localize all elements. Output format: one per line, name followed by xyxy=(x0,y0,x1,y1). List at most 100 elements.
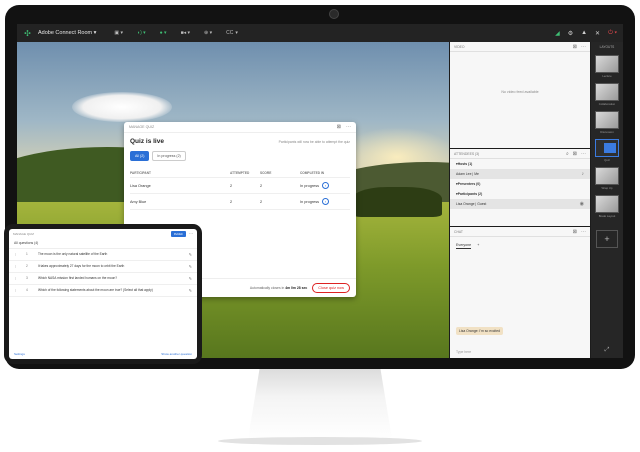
video-pod: VIDEO ⊠ ⋯ No video feed available xyxy=(450,42,590,148)
tab-all[interactable]: All (2) xyxy=(130,151,150,161)
layout-label: Lecture xyxy=(602,74,612,78)
question-text: It takes approximately 27 days for the m… xyxy=(38,264,125,268)
monitor-stand xyxy=(248,369,392,439)
signal-icon: ◢ xyxy=(555,30,560,37)
attendee-group-participants[interactable]: ▾ Participants (2) xyxy=(450,189,590,199)
question-number: 4 xyxy=(26,288,28,292)
layout-thumb[interactable] xyxy=(595,55,619,73)
layout-label: Break Layout xyxy=(598,214,616,218)
quiz-note: Participants will now be able to attempt… xyxy=(278,139,350,144)
question-text: Which of the following statements about … xyxy=(38,288,153,292)
tablet-footer: Settings Show another question xyxy=(9,349,197,359)
drag-handle-icon[interactable]: ⋮ xyxy=(14,288,20,292)
room-name[interactable]: Adobe Connect Room ▾ xyxy=(38,30,96,36)
col-score: SCORE xyxy=(260,170,272,175)
layouts-rail: LAYOUTS Lecture Collaboration Discussion… xyxy=(591,42,623,358)
notification-icon[interactable]: ▲ xyxy=(581,30,587,36)
table-row[interactable]: Lisa Orange 2 2 In progress › xyxy=(130,178,350,194)
attendee-group-presenters[interactable]: ▾ Presenters (0) xyxy=(450,179,590,189)
layout-menu[interactable]: ▣ ▾ xyxy=(110,30,127,36)
tablet-screen: MANAGE QUIZ Publish ⋯ All questions (4) … xyxy=(9,229,197,359)
tablet-header: MANAGE QUIZ xyxy=(13,231,35,236)
add-layout-button[interactable]: + xyxy=(596,230,618,248)
drag-handle-icon[interactable]: ⋮ xyxy=(14,264,20,268)
layout-thumb-selected[interactable] xyxy=(595,139,619,157)
attendee-group-hosts[interactable]: ▾ Hosts (1) xyxy=(450,159,590,169)
publish-button[interactable]: Publish xyxy=(170,230,186,237)
share-menu[interactable]: ⊕ ▾ xyxy=(200,30,216,36)
question-number: 3 xyxy=(26,276,28,280)
mic-menu[interactable]: ● ▾ xyxy=(156,30,171,36)
edit-icon[interactable]: ✎ xyxy=(189,276,192,281)
completion-status: In progress xyxy=(300,183,319,188)
settings-icon[interactable]: ⚙ xyxy=(568,30,573,37)
tools-icon[interactable]: ✕ xyxy=(595,30,600,37)
more-icon[interactable]: ⋯ xyxy=(581,44,586,50)
layout-thumb[interactable] xyxy=(595,111,619,129)
participant-name: Lisa Orange xyxy=(130,183,151,188)
edit-icon[interactable]: ✎ xyxy=(189,288,192,293)
layout-thumb[interactable] xyxy=(595,195,619,213)
search-icon[interactable]: ⌕ xyxy=(566,151,569,157)
power-icon[interactable]: ⏻ ▾ xyxy=(608,30,617,37)
rail-title: LAYOUTS xyxy=(599,45,615,49)
layout-label: Collaboration xyxy=(598,102,616,106)
camera-menu[interactable]: ■◂ ▾ xyxy=(177,30,194,36)
attendee-row[interactable]: Lisa Orange | Guest ◉ xyxy=(450,199,590,209)
question-row[interactable]: ⋮ 3 Which NASA mission first landed huma… xyxy=(9,273,197,285)
col-completed: COMPLETED IN xyxy=(300,170,325,175)
audio-menu[interactable]: ◖) ▾ xyxy=(133,30,150,36)
quiz-tabs: All (2) In progress (2) xyxy=(124,148,356,164)
attendees-pod: ATTENDEES (3) ⌕ ⊠ ⋯ ▾ Hosts (1) Adam Lee |… xyxy=(450,149,590,226)
expand-icon[interactable]: ⤢ xyxy=(591,347,623,354)
settings-link[interactable]: Settings xyxy=(14,352,25,356)
table-row[interactable]: Amy Blue 2 2 In progress › xyxy=(130,194,350,210)
layout-thumb[interactable] xyxy=(595,83,619,101)
attendee-row[interactable]: Adam Lee | Me ♪ xyxy=(450,169,590,179)
mic-icon: ♪ xyxy=(581,171,585,177)
more-icon[interactable]: ⋯ xyxy=(189,231,193,236)
layout-thumb[interactable] xyxy=(595,167,619,185)
question-row[interactable]: ⋮ 4 Which of the following statements ab… xyxy=(9,285,197,297)
cc-menu[interactable]: CC ▾ xyxy=(222,30,242,36)
no-video-message: No video feed available xyxy=(501,90,539,94)
quiz-title: Quiz is live xyxy=(130,138,164,145)
more-icon[interactable]: ⋯ xyxy=(581,151,586,157)
tab-everyone[interactable]: Everyone xyxy=(456,243,472,249)
monitor-base xyxy=(218,437,422,445)
auto-close-timer: Automatically closes in 4m 0m 28 sec xyxy=(249,286,308,290)
edit-icon[interactable]: ✎ xyxy=(189,264,192,269)
trees xyxy=(352,187,442,217)
collapse-icon[interactable]: ⊠ xyxy=(573,151,577,157)
question-row[interactable]: ⋮ 1 The moon is the only natural satelli… xyxy=(9,249,197,261)
more-icon[interactable]: ⋯ xyxy=(581,229,586,235)
layout-label: Quiz xyxy=(604,158,610,162)
info-icon[interactable]: › xyxy=(322,198,329,205)
info-icon[interactable]: › xyxy=(322,182,329,189)
score-value: 2 xyxy=(260,183,263,188)
close-quiz-button[interactable]: Close quiz now xyxy=(312,283,350,293)
more-icon[interactable]: ⋯ xyxy=(346,124,351,130)
collapse-icon[interactable]: ⊠ xyxy=(573,229,577,235)
chat-input[interactable]: Type here xyxy=(456,350,471,354)
top-bar: ✣ Adobe Connect Room ▾ ▣ ▾ ◖) ▾ ● ▾ ■◂ ▾… xyxy=(17,24,623,42)
tab-in-progress[interactable]: In progress (2) xyxy=(152,151,186,161)
question-row[interactable]: ⋮ 2 It takes approximately 27 days for t… xyxy=(9,261,197,273)
question-number: 1 xyxy=(26,252,28,256)
edit-icon[interactable]: ✎ xyxy=(189,252,192,257)
pod-title: VIDEO xyxy=(454,44,465,49)
drag-handle-icon[interactable]: ⋮ xyxy=(14,252,20,256)
tablet-device: MANAGE QUIZ Publish ⋯ All questions (4) … xyxy=(4,224,202,364)
add-chat-tab-icon[interactable]: + xyxy=(477,243,479,249)
collapse-icon[interactable]: ⊠ xyxy=(337,124,341,130)
drag-handle-icon[interactable]: ⋮ xyxy=(14,276,20,280)
participants-table: PARTICIPANT ATTEMPTED SCORE COMPLETED IN… xyxy=(130,168,350,210)
show-question-link[interactable]: Show another question xyxy=(161,352,192,356)
camera-icon xyxy=(329,9,339,19)
collapse-icon[interactable]: ⊠ xyxy=(573,44,577,50)
app-logo-icon: ✣ xyxy=(24,28,31,38)
table-header: PARTICIPANT ATTEMPTED SCORE COMPLETED IN xyxy=(130,168,350,178)
questions-count: All questions (4) xyxy=(9,238,197,249)
score-value: 2 xyxy=(260,199,263,204)
pod-title: ATTENDEES (3) xyxy=(454,151,480,156)
